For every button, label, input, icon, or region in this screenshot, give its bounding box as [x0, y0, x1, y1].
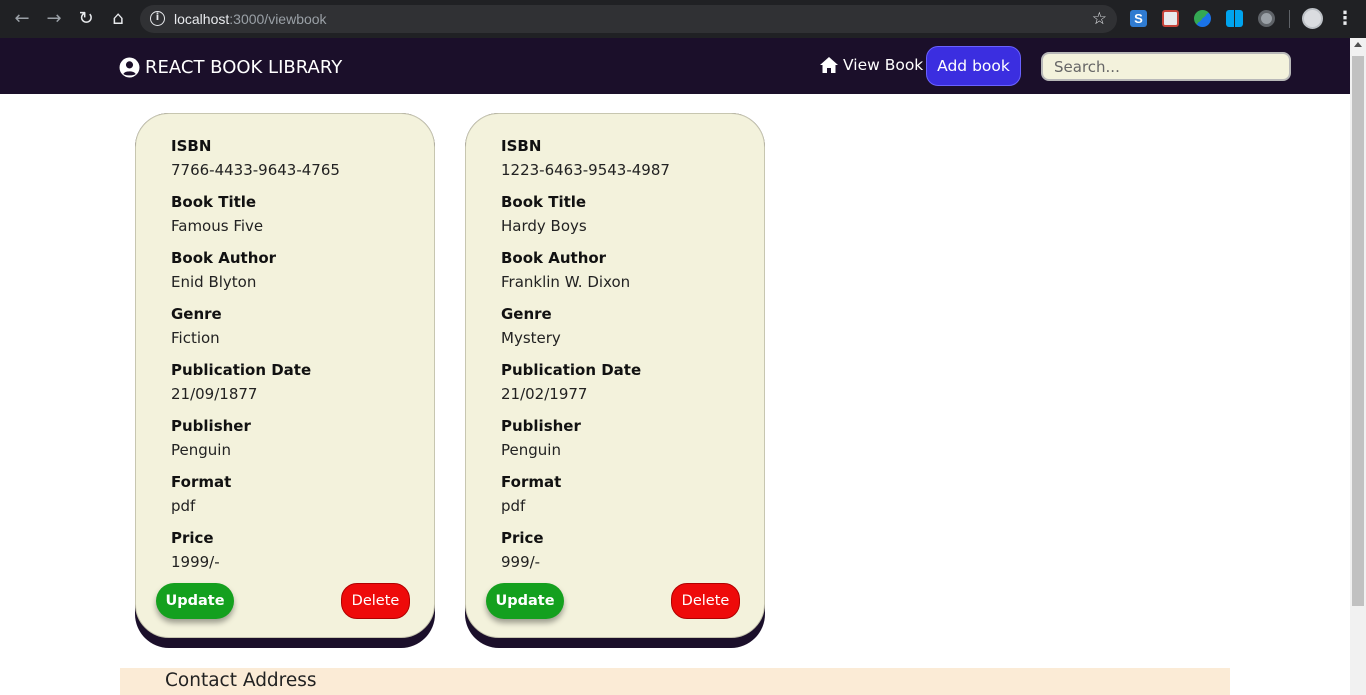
forward-arrow-icon[interactable]: →: [43, 8, 65, 30]
pub-date-label: Publication Date: [171, 361, 312, 379]
bookmark-star-icon[interactable]: ☆: [1092, 9, 1107, 29]
pub-date-value: 21/02/1977: [501, 385, 588, 403]
title-value: Famous Five: [171, 217, 264, 235]
format-label: Format: [501, 473, 562, 491]
price-label: Price: [171, 529, 214, 547]
price-label: Price: [501, 529, 544, 547]
home-button-icon[interactable]: ⌂: [107, 8, 129, 30]
pub-date-label: Publication Date: [501, 361, 642, 379]
delete-button[interactable]: Delete: [671, 583, 740, 619]
contact-address-heading: Contact Address: [165, 670, 317, 691]
search-input[interactable]: [1041, 52, 1291, 81]
title-label: Book Title: [501, 193, 587, 211]
isbn-value: 7766-4433-9643-4765: [171, 161, 340, 179]
genre-value: Fiction: [171, 329, 220, 347]
price-value: 999/-: [501, 553, 541, 571]
author-value: Franklin W. Dixon: [501, 273, 631, 291]
scroll-up-arrow-icon[interactable]: [1354, 42, 1362, 47]
url-text[interactable]: localhost:3000/viewbook: [174, 11, 327, 27]
app-navbar: REACT BOOK LIBRARY View Book Add book: [0, 38, 1350, 94]
author-label: Book Author: [171, 249, 277, 267]
profile-avatar[interactable]: [1302, 8, 1323, 29]
extension-leaf-icon[interactable]: [1194, 10, 1211, 27]
format-value: pdf: [501, 497, 526, 515]
brand-title: REACT BOOK LIBRARY: [145, 56, 343, 78]
isbn-value: 1223-6463-9543-4987: [501, 161, 670, 179]
home-icon: [820, 57, 838, 73]
user-circle-icon: [119, 57, 140, 77]
genre-label: Genre: [171, 305, 222, 323]
view-book-link[interactable]: View Book: [819, 56, 923, 74]
back-arrow-icon[interactable]: ←: [11, 8, 33, 30]
pub-date-value: 21/09/1877: [171, 385, 258, 403]
publisher-label: Publisher: [501, 417, 581, 435]
page-scrollbar[interactable]: [1350, 38, 1366, 695]
add-book-button[interactable]: Add book: [926, 46, 1021, 86]
title-value: Hardy Boys: [501, 217, 587, 235]
format-value: pdf: [171, 497, 196, 515]
update-button[interactable]: Update: [486, 583, 564, 619]
title-label: Book Title: [171, 193, 257, 211]
genre-label: Genre: [501, 305, 552, 323]
footer-section: Contact Address: [120, 668, 1230, 695]
scrollbar-thumb[interactable]: [1352, 56, 1364, 606]
format-label: Format: [171, 473, 232, 491]
toolbar-divider: [1289, 10, 1290, 28]
reload-icon[interactable]: ↻: [75, 8, 97, 30]
brand[interactable]: REACT BOOK LIBRARY: [119, 56, 342, 78]
menu-kebab-icon[interactable]: ⋮: [1336, 8, 1354, 30]
extension-windows-icon[interactable]: [1226, 10, 1243, 27]
book-card-body: ISBN 1223-6463-9543-4987 Book Title Hardy …: [465, 113, 765, 638]
book-card: ISBN 7766-4433-9643-4765 Book Title Famous…: [135, 113, 435, 648]
address-bar[interactable]: i localhost:3000/viewbook ☆: [140, 5, 1117, 33]
author-value: Enid Blyton: [171, 273, 257, 291]
update-button[interactable]: Update: [156, 583, 234, 619]
book-card-body: ISBN 7766-4433-9643-4765 Book Title Famous…: [135, 113, 435, 638]
isbn-label: ISBN: [501, 137, 542, 155]
publisher-value: Penguin: [171, 441, 231, 459]
genre-value: Mystery: [501, 329, 561, 347]
view-book-label: View Book: [843, 56, 924, 74]
price-value: 1999/-: [171, 553, 220, 571]
extension-image-icon[interactable]: [1162, 10, 1179, 27]
isbn-label: ISBN: [171, 137, 212, 155]
publisher-label: Publisher: [171, 417, 251, 435]
browser-toolbar: ← → ↻ ⌂ i localhost:3000/viewbook ☆ S ⋮: [0, 0, 1366, 38]
extension-circle-icon[interactable]: [1258, 10, 1275, 27]
extension-s-icon[interactable]: S: [1130, 10, 1147, 27]
author-label: Book Author: [501, 249, 607, 267]
site-info-icon[interactable]: i: [150, 11, 165, 26]
publisher-value: Penguin: [501, 441, 561, 459]
delete-button[interactable]: Delete: [341, 583, 410, 619]
book-card: ISBN 1223-6463-9543-4987 Book Title Hardy …: [465, 113, 765, 648]
